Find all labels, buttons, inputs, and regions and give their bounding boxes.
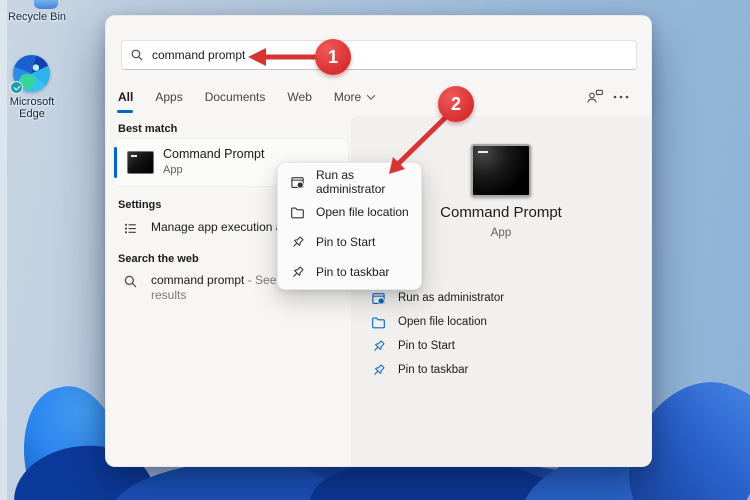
menu-item-label: Pin to Start: [316, 235, 375, 249]
menu-item-label: Run as administrator: [316, 168, 421, 196]
recycle-bin-label[interactable]: Recycle Bin: [2, 11, 72, 23]
preview-action-label: Run as administrator: [398, 292, 504, 304]
pin-icon: [290, 265, 305, 280]
app-execution-aliases-icon: [123, 221, 138, 236]
menu-item-label: Open file location: [316, 205, 409, 219]
microsoft-edge-icon[interactable]: [13, 55, 50, 92]
preview-action-label: Pin to taskbar: [398, 364, 468, 376]
preview-action-pin-to-taskbar[interactable]: Pin to taskbar: [351, 358, 651, 382]
best-match-title: Command Prompt: [163, 147, 264, 161]
recycle-bin-icon[interactable]: [34, 0, 58, 9]
context-menu: Run as administrator Open file location …: [277, 162, 422, 290]
microsoft-edge-label[interactable]: Microsoft Edge: [0, 96, 64, 120]
folder-icon: [371, 315, 386, 330]
pin-icon: [290, 235, 305, 250]
settings-heading: Settings: [118, 199, 161, 211]
search-query-text: command prompt: [152, 48, 245, 62]
tab-web[interactable]: Web: [287, 90, 311, 104]
preview-action-open-file-location[interactable]: Open file location: [351, 310, 651, 334]
best-match-heading: Best match: [118, 123, 177, 135]
search-tabs: All Apps Documents Web More: [118, 90, 374, 104]
preview-actions: Run as administrator Open file location …: [351, 286, 651, 382]
preview-action-label: Open file location: [398, 316, 487, 328]
search-the-web-heading: Search the web: [118, 253, 199, 265]
active-tab-underline: [117, 110, 133, 113]
feedback-account-icon[interactable]: [586, 88, 604, 105]
tab-more-label: More: [334, 90, 361, 104]
menu-item-pin-to-taskbar[interactable]: Pin to taskbar: [278, 257, 421, 287]
tab-apps[interactable]: Apps: [155, 90, 182, 104]
preview-action-label: Pin to Start: [398, 340, 455, 352]
run-as-administrator-icon: [371, 291, 386, 306]
search-icon: [130, 48, 144, 62]
options-ellipsis-icon[interactable]: [613, 95, 629, 99]
menu-item-open-file-location[interactable]: Open file location: [278, 197, 421, 227]
menu-item-label: Pin to taskbar: [316, 265, 389, 279]
chevron-down-icon: [367, 91, 375, 99]
screen-edge-strip: [0, 0, 7, 500]
preview-action-pin-to-start[interactable]: Pin to Start: [351, 334, 651, 358]
pin-icon: [371, 363, 386, 378]
web-search-icon: [123, 274, 138, 289]
search-input[interactable]: command prompt: [121, 40, 637, 70]
run-as-administrator-icon: [290, 175, 305, 190]
web-result-query: command prompt: [151, 273, 244, 287]
command-prompt-app-icon: [471, 144, 531, 197]
tab-all[interactable]: All: [118, 90, 133, 104]
command-prompt-icon-small: [127, 151, 154, 174]
edge-check-badge: [10, 81, 23, 94]
menu-item-pin-to-start[interactable]: Pin to Start: [278, 227, 421, 257]
selection-accent-bar: [114, 147, 117, 178]
folder-icon: [290, 205, 305, 220]
desktop: Recycle Bin Microsoft Edge Command Promp…: [0, 0, 750, 500]
pin-icon: [371, 339, 386, 354]
menu-item-run-as-administrator[interactable]: Run as administrator: [278, 167, 421, 197]
tab-more[interactable]: More: [334, 90, 374, 104]
tab-documents[interactable]: Documents: [205, 90, 266, 104]
best-match-subtitle: App: [163, 164, 183, 176]
